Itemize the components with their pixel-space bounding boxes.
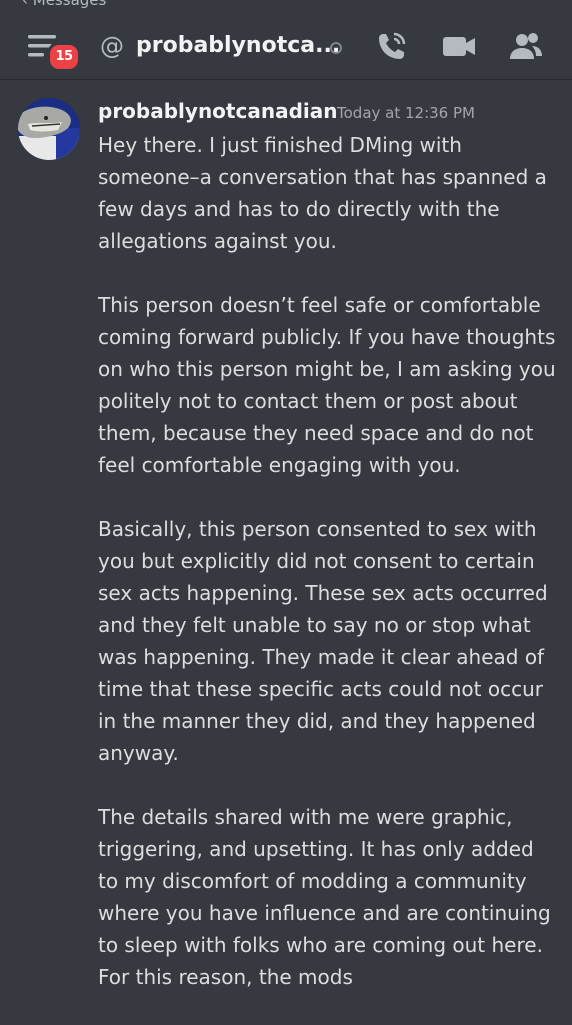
message-paragraph: The details shared with me were graphic,… [98, 805, 551, 989]
message-paragraph: Basically, this person consented to sex … [98, 517, 548, 765]
unread-badge: 15 [47, 42, 81, 72]
channel-title[interactable]: probablynotca... [136, 32, 340, 60]
at-icon: @ [100, 32, 124, 60]
message-paragraph: This person doesn’t feel safe or comfort… [98, 293, 556, 477]
back-to-messages-link[interactable]: ‹ Messages [22, 0, 106, 9]
message-content: Hey there. I just finished DMing with so… [98, 129, 560, 1025]
call-icon[interactable] [374, 28, 410, 64]
message-author[interactable]: probablynotcanadian [98, 97, 337, 125]
message-timestamp: Today at 12:36 PM [337, 104, 475, 122]
video-icon[interactable] [441, 28, 477, 64]
channel-header: ‹ Messages 15 @ probablynotca... [0, 0, 572, 80]
message-paragraph: Hey there. I just finished DMing with so… [98, 133, 547, 253]
members-icon[interactable] [508, 28, 544, 64]
offline-status-icon [330, 42, 342, 54]
avatar[interactable] [18, 98, 80, 160]
